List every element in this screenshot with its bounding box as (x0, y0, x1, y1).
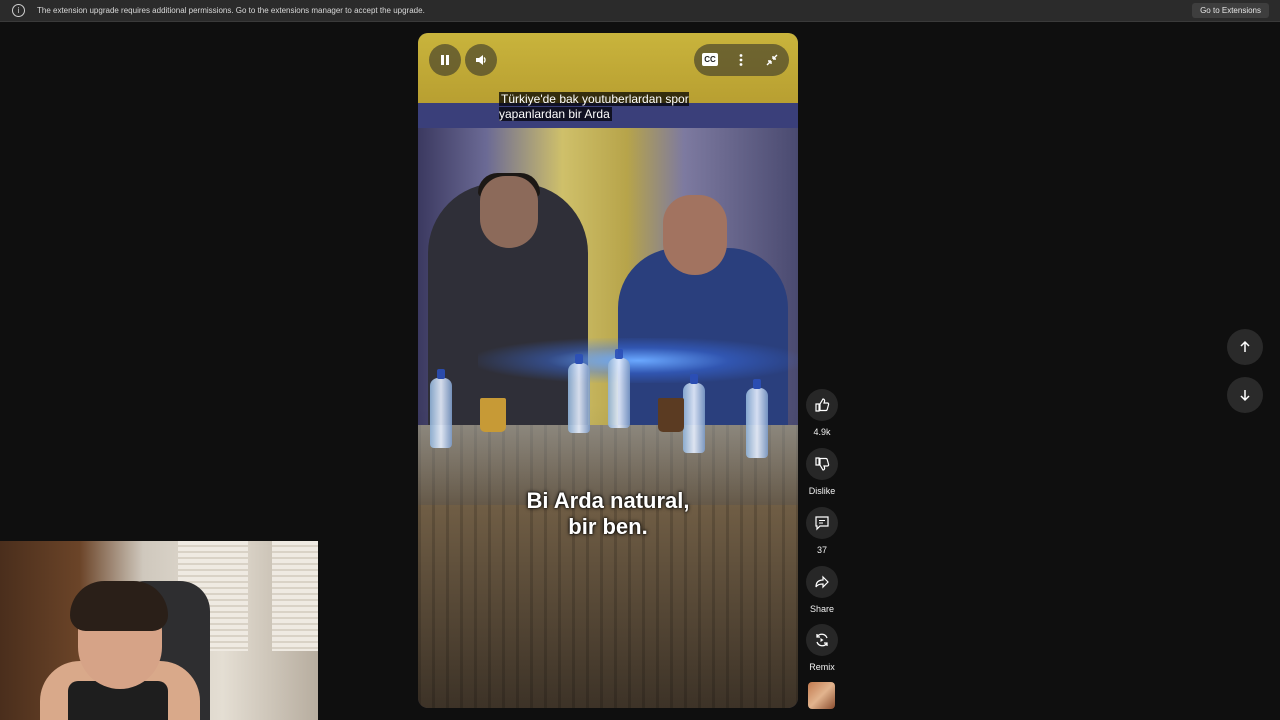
caption-top: Türkiye'de bak youtuberlardan spor yapan… (499, 92, 699, 122)
video-player[interactable]: Türkiye'de bak youtuberlardan spor yapan… (418, 33, 798, 708)
go-to-extensions-button[interactable]: Go to Extensions (1192, 3, 1269, 18)
comments-button[interactable] (806, 507, 838, 539)
video-person-right-head (663, 195, 727, 275)
webcam-person-hair (70, 581, 168, 631)
video-bottle (683, 374, 705, 453)
volume-button[interactable] (465, 44, 497, 76)
share-icon (815, 575, 829, 589)
caption-top-text: Türkiye'de bak youtuberlardan spor yapan… (499, 92, 689, 121)
info-icon: i (12, 4, 25, 17)
comments-action[interactable]: 37 (805, 507, 839, 555)
arrow-up-icon (1240, 340, 1250, 352)
extension-infobar: i The extension upgrade requires additio… (0, 0, 1280, 22)
player-control-group: CC (694, 44, 789, 76)
pause-icon (441, 55, 449, 65)
infobar-message: The extension upgrade requires additiona… (37, 6, 425, 15)
caption-bottom-line2: bir ben. (568, 514, 648, 539)
video-cup (480, 398, 506, 432)
pause-button[interactable] (429, 44, 461, 76)
video-bottle (746, 379, 768, 458)
dislike-label: Dislike (808, 486, 836, 496)
sound-thumbnail[interactable] (808, 682, 835, 709)
remix-button[interactable] (806, 624, 838, 656)
like-count: 4.9k (813, 427, 831, 437)
like-button[interactable] (806, 389, 838, 421)
video-bottle (430, 369, 452, 448)
exit-fullscreen-icon[interactable] (765, 53, 779, 67)
caption-bottom-line1: Bi Arda natural, (526, 488, 690, 513)
share-button[interactable] (806, 566, 838, 598)
video-bottle (608, 349, 630, 428)
volume-icon (476, 55, 486, 65)
webcam-overlay (0, 541, 318, 720)
video-floor-glow (478, 338, 798, 383)
like-action[interactable]: 4.9k (805, 389, 839, 437)
remix-icon (816, 633, 828, 647)
share-label: Share (809, 604, 835, 614)
video-bottle (568, 354, 590, 433)
comment-count: 37 (816, 545, 827, 555)
dislike-button[interactable] (806, 448, 838, 480)
thumbs-up-icon (815, 398, 830, 412)
video-person-left-head (480, 176, 538, 248)
remix-action[interactable]: Remix (805, 624, 839, 672)
thumbs-down-icon (815, 457, 830, 471)
remix-label: Remix (809, 662, 835, 672)
previous-video-button[interactable] (1227, 329, 1263, 365)
dislike-action[interactable]: Dislike (805, 448, 839, 496)
caption-bottom: Bi Arda natural, bir ben. (418, 488, 798, 540)
arrow-down-icon (1240, 390, 1250, 402)
webcam-window-blind (272, 541, 318, 651)
video-cup (658, 398, 684, 432)
more-vert-icon[interactable] (735, 53, 747, 67)
share-action[interactable]: Share (805, 566, 839, 614)
captions-button[interactable]: CC (702, 53, 718, 66)
comment-icon (815, 516, 829, 531)
next-video-button[interactable] (1227, 377, 1263, 413)
